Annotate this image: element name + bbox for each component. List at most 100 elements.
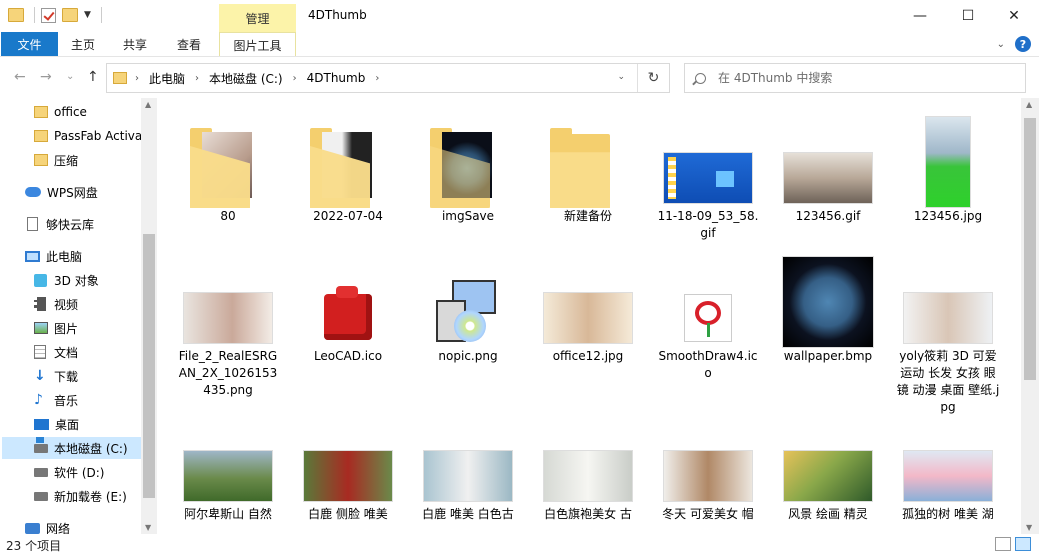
tab-share[interactable]: 共享 xyxy=(112,32,158,56)
sidebar-item-compress[interactable]: 压缩 xyxy=(34,149,156,171)
quick-access-toolbar: ▼ xyxy=(8,7,102,23)
minimize-button[interactable]: — xyxy=(897,0,943,32)
sidebar-item-local-disk-c[interactable]: 本地磁盘 (C:) xyxy=(2,437,141,459)
file-item[interactable]: LeoCAD.ico xyxy=(293,238,403,365)
image-thumbnail xyxy=(893,408,1003,506)
scroll-down-icon[interactable]: ▼ xyxy=(1026,523,1032,532)
sidebar-scrollbar[interactable]: ▲ ▼ xyxy=(141,98,157,534)
scroll-up-icon[interactable]: ▲ xyxy=(1026,100,1032,109)
large-icons-view-icon[interactable] xyxy=(1015,537,1031,551)
sidebar-item-label: WPS网盘 xyxy=(47,185,98,200)
file-item[interactable]: 孤独的树 唯美 湖 xyxy=(893,408,1003,523)
recent-locations-chevron-icon[interactable]: ⌄ xyxy=(66,71,74,82)
file-item[interactable]: 风景 绘画 精灵 xyxy=(773,408,883,523)
title-bar: ▼ 管理 4DThumb — ☐ ✕ xyxy=(0,0,1039,32)
sidebar-item-documents[interactable]: 文档 xyxy=(34,341,156,363)
sidebar-item-desktop[interactable]: 桌面 xyxy=(34,413,156,435)
file-name: 白色旗袍美女 古 xyxy=(544,507,632,521)
sidebar-item-this-pc[interactable]: 此电脑 xyxy=(25,245,156,267)
sidebar-item-office[interactable]: office xyxy=(34,101,156,123)
forward-arrow-icon[interactable]: → xyxy=(40,69,52,85)
file-item[interactable]: File_2_RealESRGAN_2X_1026153435.png xyxy=(173,238,283,399)
file-item[interactable]: 2022-07-04 xyxy=(293,98,403,225)
file-item[interactable]: 阿尔卑斯山 自然 xyxy=(173,408,283,523)
file-item[interactable]: office12.jpg xyxy=(533,238,643,365)
address-history-chevron-icon[interactable]: ⌄ xyxy=(617,72,625,82)
tab-home[interactable]: 主页 xyxy=(60,32,106,56)
image-thumbnail xyxy=(173,238,283,348)
sidebar-item-pictures[interactable]: 图片 xyxy=(34,317,156,339)
image-thumbnail xyxy=(773,408,883,506)
refresh-icon[interactable]: ↻ xyxy=(637,64,669,92)
breadcrumb-local-disk[interactable]: 本地磁盘 (C:) xyxy=(209,70,283,87)
breadcrumb-4dthumb[interactable]: 4DThumb xyxy=(307,71,366,85)
sidebar-item-label: office xyxy=(54,105,87,119)
new-folder-icon[interactable] xyxy=(62,8,78,22)
file-item[interactable]: 白鹿 侧脸 唯美 xyxy=(293,408,403,523)
image-thumbnail xyxy=(653,98,763,208)
sidebar-item-label: 视频 xyxy=(54,297,79,312)
tab-view[interactable]: 查看 xyxy=(166,32,212,56)
file-name: 孤独的树 唯美 湖 xyxy=(902,507,994,521)
folder-icon[interactable] xyxy=(8,8,24,22)
file-name: yoly筱莉 3D 可爱 运动 长发 女孩 眼镜 动漫 桌面 壁纸.jpg xyxy=(896,349,1000,414)
file-name: File_2_RealESRGAN_2X_1026153435.png xyxy=(178,349,278,397)
computer-icon xyxy=(25,250,40,262)
ribbon-collapse-chevron-icon[interactable]: ⌄ xyxy=(997,39,1005,50)
breadcrumb-this-pc[interactable]: 此电脑 xyxy=(149,70,185,87)
sidebar-item-3d-objects[interactable]: 3D 对象 xyxy=(34,269,156,291)
properties-icon[interactable] xyxy=(41,7,56,23)
customize-toolbar-chevron-icon[interactable]: ▼ xyxy=(84,10,91,20)
file-item[interactable]: imgSave xyxy=(413,98,523,225)
navigation-pane: office PassFab Activa 压缩 WPS网盘 够快云库 此电脑 … xyxy=(0,98,156,534)
file-list: 80 2022-07-04 imgSave 新建备份 11-18-09_53_5… xyxy=(158,98,1021,534)
file-item[interactable]: 白色旗袍美女 古 xyxy=(533,408,643,523)
search-input[interactable] xyxy=(718,71,1008,85)
search-box[interactable] xyxy=(684,63,1026,93)
file-item[interactable]: SmoothDraw4.ico xyxy=(653,238,763,382)
help-icon[interactable]: ? xyxy=(1015,36,1031,52)
sidebar-item-music[interactable]: ♪ 音乐 xyxy=(34,389,156,411)
details-view-icon[interactable] xyxy=(995,537,1011,551)
file-item[interactable]: nopic.png xyxy=(413,238,523,365)
sidebar-item-label: 图片 xyxy=(54,321,79,336)
sidebar-item-drive-d[interactable]: 软件 (D:) xyxy=(34,461,156,483)
desktop-icon xyxy=(34,418,49,430)
up-arrow-icon[interactable]: ↑ xyxy=(87,69,99,85)
file-item[interactable]: 白鹿 唯美 白色古 xyxy=(413,408,523,523)
scroll-down-icon[interactable]: ▼ xyxy=(145,523,151,532)
sidebar-item-label: 网络 xyxy=(46,521,71,535)
file-item[interactable]: 11-18-09_53_58.gif xyxy=(653,98,763,242)
back-arrow-icon[interactable]: ← xyxy=(14,69,26,85)
sidebar-item-wps-drive[interactable]: WPS网盘 xyxy=(25,181,156,203)
sidebar-item-label: 新加载卷 (E:) xyxy=(54,489,127,504)
video-icon xyxy=(34,297,46,311)
sidebar-item-gokuai[interactable]: 够快云库 xyxy=(27,213,156,235)
file-item[interactable]: 123456.gif xyxy=(773,98,883,225)
file-item[interactable]: yoly筱莉 3D 可爱 运动 长发 女孩 眼镜 动漫 桌面 壁纸.jpg xyxy=(893,238,1003,416)
file-item[interactable]: wallpaper.bmp xyxy=(773,238,883,365)
tab-picture-tools[interactable]: 图片工具 xyxy=(219,32,296,56)
file-item[interactable]: 123456.jpg xyxy=(893,98,1003,225)
sidebar-item-videos[interactable]: 视频 xyxy=(34,293,156,315)
content-scrollbar[interactable]: ▲ ▼ xyxy=(1021,98,1039,534)
file-item[interactable]: 80 xyxy=(173,98,283,225)
scrollbar-thumb[interactable] xyxy=(143,234,155,498)
scroll-up-icon[interactable]: ▲ xyxy=(145,100,151,109)
image-thumbnail xyxy=(533,238,643,348)
sidebar-item-label: 3D 对象 xyxy=(54,273,99,288)
sidebar-item-downloads[interactable]: ↓ 下载 xyxy=(34,365,156,387)
sidebar-item-label: 桌面 xyxy=(55,417,80,432)
maximize-button[interactable]: ☐ xyxy=(945,0,991,32)
sidebar-item-network[interactable]: 网络 xyxy=(25,517,156,534)
file-item[interactable]: 冬天 可爱美女 帽 xyxy=(653,408,763,523)
sidebar-item-drive-e[interactable]: 新加载卷 (E:) xyxy=(34,485,156,507)
scrollbar-thumb[interactable] xyxy=(1024,118,1036,380)
folder-icon xyxy=(34,154,48,166)
sidebar-item-passfab[interactable]: PassFab Activa xyxy=(34,125,156,147)
address-bar[interactable]: › 此电脑 › 本地磁盘 (C:) › 4DThumb › ⌄ ↻ xyxy=(106,63,670,93)
file-item[interactable]: 新建备份 xyxy=(533,98,643,225)
sidebar-item-label: 音乐 xyxy=(54,393,79,408)
tab-file[interactable]: 文件 xyxy=(1,32,58,56)
close-button[interactable]: ✕ xyxy=(991,0,1037,32)
